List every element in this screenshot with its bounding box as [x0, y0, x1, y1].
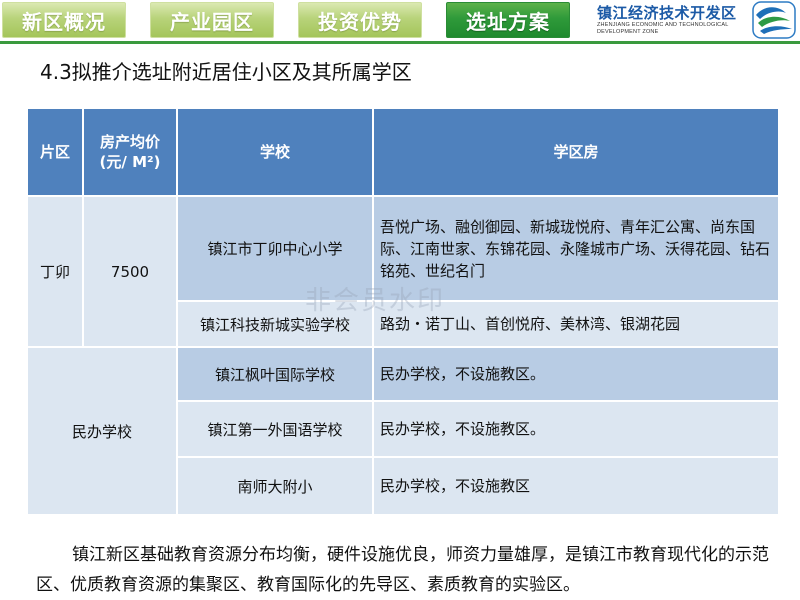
tab-chanye-yuanqu[interactable]: 产业园区	[150, 2, 274, 38]
body-paragraph: 镇江新区基础教育资源分布均衡，硬件设施优良，师资力量雄厚，是镇江市教育现代化的示…	[36, 545, 769, 595]
wave-logo-icon	[752, 1, 796, 39]
cell-housing: 民办学校，不设施教区	[372, 456, 780, 516]
cell-school: 镇江科技新城实验学校	[176, 300, 374, 348]
top-navigation: 新区概况 产业园区 投资优势 选址方案 镇江经济技术开发区 ZHENJIANG …	[0, 0, 800, 42]
cell-school: 南师大附小	[176, 456, 374, 516]
cell-school: 镇江枫叶国际学校	[176, 346, 374, 402]
brand-subtitle: ZHENJIANG ECONOMIC AND TECHNOLOGICAL DEV…	[597, 22, 729, 35]
brand-block: 镇江经济技术开发区 ZHENJIANG ECONOMIC AND TECHNOL…	[594, 0, 800, 40]
table-row: 丁卯 7500 镇江市丁卯中心小学 吾悦广场、融创御园、新城珑悦府、青年汇公寓、…	[26, 195, 780, 348]
table-row: 民办学校 镇江枫叶国际学校 民办学校，不设施教区。	[26, 346, 780, 516]
cell-housing: 民办学校，不设施教区。	[372, 346, 780, 402]
tab-touzi-youshi[interactable]: 投资优势	[298, 2, 422, 38]
cell-school: 镇江第一外国语学校	[176, 400, 374, 458]
nav-divider	[0, 41, 800, 44]
cell-school: 镇江市丁卯中心小学	[176, 195, 374, 302]
table-header-row: 片区 房产均价 (元/ M²) 学校 学区房	[26, 107, 780, 197]
cell-district: 民办学校	[26, 346, 178, 516]
page-title: 4.3拟推介选址附近居住小区及其所属学区	[40, 60, 412, 84]
header-price: 房产均价 (元/ M²)	[82, 107, 178, 197]
cell-housing: 民办学校，不设施教区。	[372, 400, 780, 458]
header-district: 片区	[26, 107, 84, 197]
school-district-table: 片区 房产均价 (元/ M²) 学校 学区房 丁卯 7500 镇江市丁卯中心小学…	[26, 107, 780, 516]
tab-xuanzhi-fangan[interactable]: 选址方案	[446, 2, 570, 38]
header-housing: 学区房	[372, 107, 780, 197]
brand-title: 镇江经济技术开发区	[597, 4, 737, 22]
cell-district: 丁卯	[26, 195, 84, 348]
cell-price: 7500	[82, 195, 178, 348]
header-school: 学校	[176, 107, 374, 197]
cell-housing: 路劲・诺丁山、首创悦府、美林湾、银湖花园	[372, 300, 780, 348]
tab-xinqu-gaikuang[interactable]: 新区概况	[2, 2, 126, 38]
cell-housing: 吾悦广场、融创御园、新城珑悦府、青年汇公寓、尚东国际、江南世家、东锦花园、永隆城…	[372, 195, 780, 302]
